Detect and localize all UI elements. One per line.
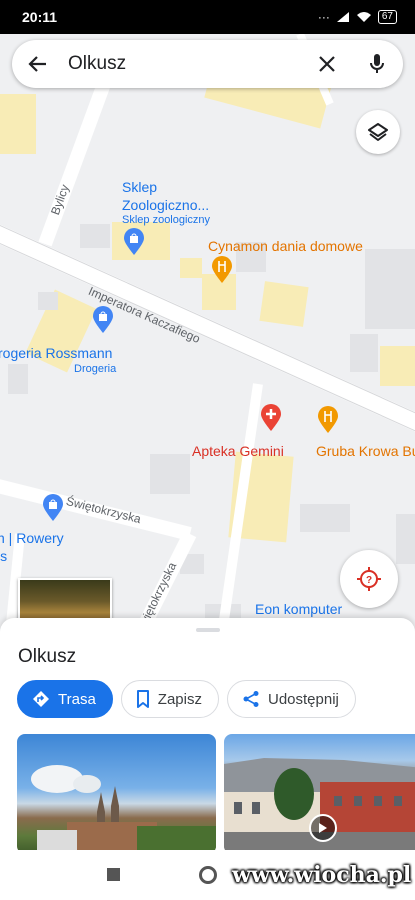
share-button[interactable]: Udostępnij (226, 680, 356, 718)
place-bottom-sheet[interactable]: Olkusz Trasa Zapisz Udostępnij (0, 618, 415, 854)
place-category: Drogeria (74, 363, 117, 375)
layers-button[interactable] (356, 110, 400, 154)
place-photo[interactable] (17, 734, 216, 854)
save-button[interactable]: Zapisz (120, 680, 219, 718)
shopping-bag-pin-icon (124, 228, 144, 255)
search-bar[interactable]: Olkusz (12, 40, 403, 88)
route-label: Trasa (58, 690, 96, 708)
wifi-icon (356, 12, 371, 22)
bookmark-icon (136, 690, 149, 708)
microphone-icon[interactable] (365, 52, 389, 76)
save-label: Zapisz (157, 690, 202, 708)
place-label: Sklep (122, 179, 158, 195)
recents-button[interactable] (107, 868, 120, 881)
shopping-bag-pin-icon (43, 494, 63, 521)
notification-dots-icon: ··· (317, 10, 330, 24)
shopping-bag-pin-icon (93, 306, 113, 333)
place-category: Sklep zoologiczny (122, 214, 211, 226)
location-unknown-icon: ? (357, 567, 381, 591)
restaurant-pin-icon (212, 256, 232, 283)
place-video[interactable] (224, 734, 415, 854)
place-label: Gruba Krowa Bu (316, 443, 415, 459)
signal-icon (336, 12, 349, 22)
restaurant-pin-icon (318, 406, 338, 433)
place-label: Cynamon dania domowe (208, 238, 363, 254)
status-bar: 20:11 ··· 67 (0, 0, 415, 34)
map-view[interactable]: Bylicy Imperatora Kaczafiego Świętokrzys… (0, 34, 415, 634)
place-eon-komputer[interactable]: Eon komputer (255, 601, 342, 617)
place-label: n | Rowery (0, 530, 64, 546)
place-title: Olkusz (18, 646, 77, 667)
church-photo (31, 765, 216, 854)
clear-icon[interactable] (315, 52, 339, 76)
action-chips: Trasa Zapisz Udostępnij (17, 680, 356, 718)
place-label-line2: Zoologiczno... (122, 197, 210, 213)
svg-text:?: ? (366, 575, 372, 586)
place-label-line2: is (0, 548, 8, 564)
search-query[interactable]: Olkusz (68, 53, 315, 75)
place-label: rogeria Rossmann (0, 345, 113, 361)
drag-handle[interactable] (196, 628, 220, 632)
photo-strip[interactable] (17, 734, 415, 854)
share-icon (243, 691, 259, 707)
play-icon[interactable] (309, 814, 337, 842)
watermark: www.wiocha.pl (232, 862, 412, 888)
layers-icon (368, 123, 388, 141)
home-button[interactable] (199, 866, 217, 884)
place-label: Apteka Gemini (192, 443, 284, 459)
directions-icon (33, 691, 49, 707)
status-icons: ··· 67 (318, 10, 397, 24)
share-label: Udostępnij (267, 690, 339, 708)
battery-icon: 67 (377, 10, 397, 24)
back-arrow-icon[interactable] (26, 52, 50, 76)
route-button[interactable]: Trasa (17, 680, 113, 718)
my-location-button[interactable]: ? (340, 550, 398, 608)
clock: 20:11 (22, 9, 58, 25)
pharmacy-pin-icon (261, 404, 281, 431)
